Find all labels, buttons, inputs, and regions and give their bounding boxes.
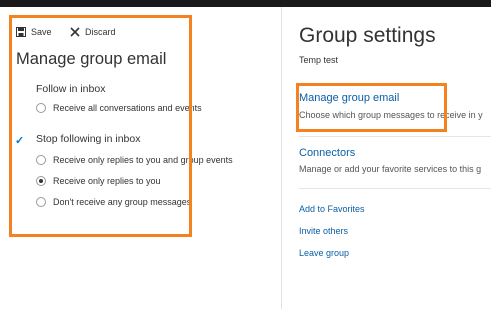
add-to-favorites-link[interactable]: Add to Favorites [299, 204, 365, 214]
top-bar [0, 0, 491, 7]
invite-others-link[interactable]: Invite others [299, 226, 348, 236]
divider-line [299, 188, 491, 189]
highlight-box [9, 15, 192, 237]
highlight-box [296, 83, 447, 132]
divider-line [299, 136, 491, 137]
panel-divider [281, 7, 282, 309]
group-name: Temp test [299, 55, 339, 65]
leave-group-link[interactable]: Leave group [299, 248, 349, 258]
connectors-link[interactable]: Connectors [299, 147, 355, 159]
group-settings-title: Group settings [299, 24, 436, 47]
connectors-description: Manage or add your favorite services to … [299, 164, 482, 174]
